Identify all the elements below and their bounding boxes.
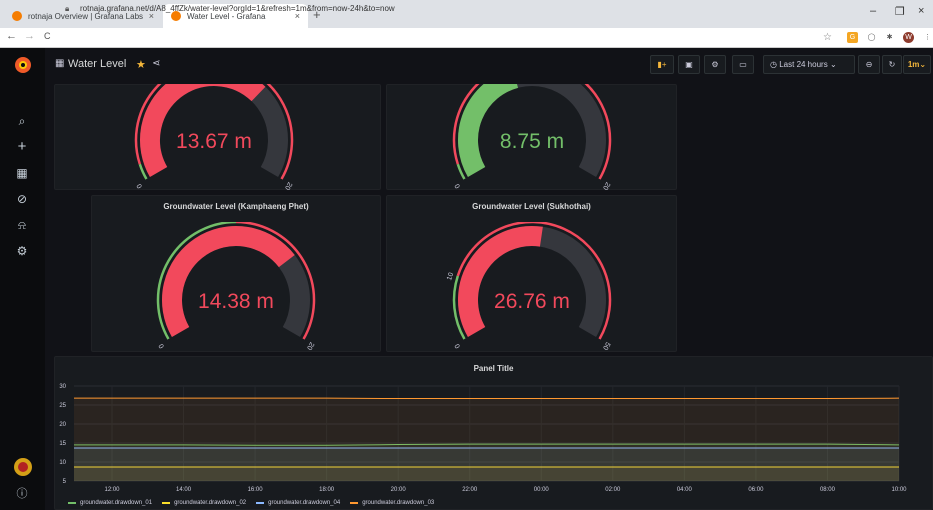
user-avatar[interactable] [13, 457, 33, 477]
legend-swatch [350, 502, 359, 504]
gauge-4: 26.76 m 0 50 10 [446, 222, 612, 351]
x-tick-label: 22:00 [462, 487, 478, 493]
y-tick-label: 30 [59, 384, 66, 390]
x-tick-label: 14:00 [176, 487, 192, 493]
extension-icon[interactable]: G [847, 32, 858, 43]
gauge-threshold-label: 10 [446, 272, 455, 282]
y-tick-label: 5 [63, 479, 67, 485]
x-tick-label: 12:00 [104, 487, 120, 493]
dashboard-title[interactable]: Water Level [68, 58, 126, 70]
puzzle-icon[interactable]: ✱ [884, 32, 895, 43]
clock-icon: ◷ [770, 60, 777, 69]
y-tick-label: 20 [59, 422, 66, 428]
create-plus-icon[interactable]: + [13, 138, 31, 156]
chevron-down-icon: ⌄ [829, 60, 837, 69]
explore-compass-icon[interactable]: ⊘ [13, 190, 31, 208]
back-button[interactable]: ← [6, 30, 17, 42]
favorite-star-icon[interactable]: ★ [136, 58, 146, 71]
refresh-interval-label: 1m [907, 60, 920, 69]
gauge-min-label: 0 [158, 342, 166, 349]
gauge-2: 8.75 m 0 20 [452, 84, 612, 190]
y-tick-label: 15 [59, 441, 66, 447]
legend-item[interactable]: groundwater.drawdown_04 [256, 500, 340, 506]
gauge-max-label: 20 [305, 341, 315, 351]
add-panel-icon[interactable]: ▮+ [650, 55, 674, 74]
refresh-icon[interactable]: ↻ [882, 55, 902, 74]
chart-legend: groundwater.drawdown_01 groundwater.draw… [68, 500, 434, 506]
panel-title: Panel Title [473, 364, 514, 373]
x-tick-label: 00:00 [534, 487, 550, 493]
minimize-button[interactable]: – [870, 5, 876, 17]
x-tick-label: 18:00 [319, 487, 335, 493]
legend-item[interactable]: groundwater.drawdown_02 [162, 500, 246, 506]
refresh-interval-picker[interactable]: 1m⌄ [903, 55, 931, 74]
x-tick-label: 06:00 [748, 487, 764, 493]
search-icon[interactable]: ⌕ [13, 112, 31, 130]
star-icon[interactable]: ☆ [822, 32, 833, 43]
address-bar [0, 28, 933, 48]
gauge-value-arc [162, 226, 295, 337]
gauge-min-label: 0 [454, 182, 462, 189]
time-range-picker[interactable]: ◷ Last 24 hours ⌄ [763, 55, 855, 74]
x-tick-label: 08:00 [820, 487, 836, 493]
dashboard-grid-icon: ▦ [55, 58, 65, 69]
gauge-3: 14.38 m02010 [156, 222, 316, 351]
time-range-label: Last 24 hours [779, 60, 828, 69]
legend-swatch [162, 502, 171, 504]
gauge-value-arc [458, 84, 519, 177]
configuration-gear-icon[interactable]: ⚙ [13, 242, 31, 260]
gauge-min-label: 0 [136, 182, 144, 189]
x-tick-label: 04:00 [677, 487, 693, 493]
browser-menu-icon[interactable]: ⋮ [922, 32, 933, 43]
dashboards-grid-icon[interactable]: ▦ [13, 164, 31, 182]
close-window-button[interactable]: × [918, 5, 924, 17]
y-tick-label: 25 [59, 403, 66, 409]
timeseries-chart: 30 25 20 15 10 5 12:00 14:00 16:00 18:00 20:00 22:0… [59, 384, 907, 493]
share-icon[interactable]: ⋖ [152, 58, 160, 69]
settings-gear-icon[interactable]: ⚙ [704, 55, 726, 74]
reload-button[interactable]: C [44, 31, 51, 41]
profile-avatar[interactable]: W [903, 32, 914, 43]
legend-item[interactable]: groundwater.drawdown_03 [350, 500, 434, 506]
legend-item[interactable]: groundwater.drawdown_01 [68, 500, 152, 506]
gauge-value-arc [140, 84, 266, 177]
restore-button[interactable]: ❐ [895, 5, 905, 18]
grafana-logo-icon[interactable] [13, 55, 33, 75]
gauge-value-arc [458, 226, 543, 337]
gauge-1: 13.67 m 0 20 [134, 84, 294, 190]
grafana-favicon-icon [12, 11, 22, 21]
gauge-value-text: 8.75 m [500, 130, 564, 153]
gauge-min-label: 0 [454, 342, 462, 349]
gauge-max-label: 20 [601, 181, 611, 190]
x-tick-label: 02:00 [605, 487, 621, 493]
zoom-out-icon[interactable]: ⊖ [858, 55, 880, 74]
panel-title: Groundwater Level (Sukhothai) [472, 202, 591, 211]
series-area [74, 398, 899, 481]
x-tick-label: 20:00 [391, 487, 407, 493]
cycle-view-mode-icon[interactable]: ▭ [732, 55, 754, 74]
gauge-value-text: 14.38 m [198, 290, 274, 313]
url-field[interactable]: rotnaja.grafana.net/d/A8_4ffZk/water-lev… [80, 4, 395, 13]
x-tick-label: 16:00 [248, 487, 264, 493]
gauge-value-text: 13.67 m [176, 130, 252, 153]
gauge-max-label: 50 [601, 341, 611, 351]
x-tick-label: 10:00 [891, 487, 907, 493]
y-tick-label: 10 [59, 460, 66, 466]
legend-swatch [68, 502, 76, 504]
lock-icon: 🔒︎ [65, 4, 70, 13]
extension-circle-icon[interactable]: ◯ [866, 32, 877, 43]
forward-button[interactable]: → [24, 30, 35, 42]
alerting-bell-icon[interactable]: ⍾ [13, 216, 31, 234]
help-icon[interactable]: ⓘ [13, 485, 31, 503]
save-dashboard-icon[interactable]: ▣ [678, 55, 700, 74]
legend-swatch [256, 502, 265, 504]
gauge-max-label: 20 [283, 181, 293, 190]
panel-title: Groundwater Level (Kamphaeng Phet) [163, 202, 309, 211]
gauge-value-text: 26.76 m [494, 290, 570, 313]
